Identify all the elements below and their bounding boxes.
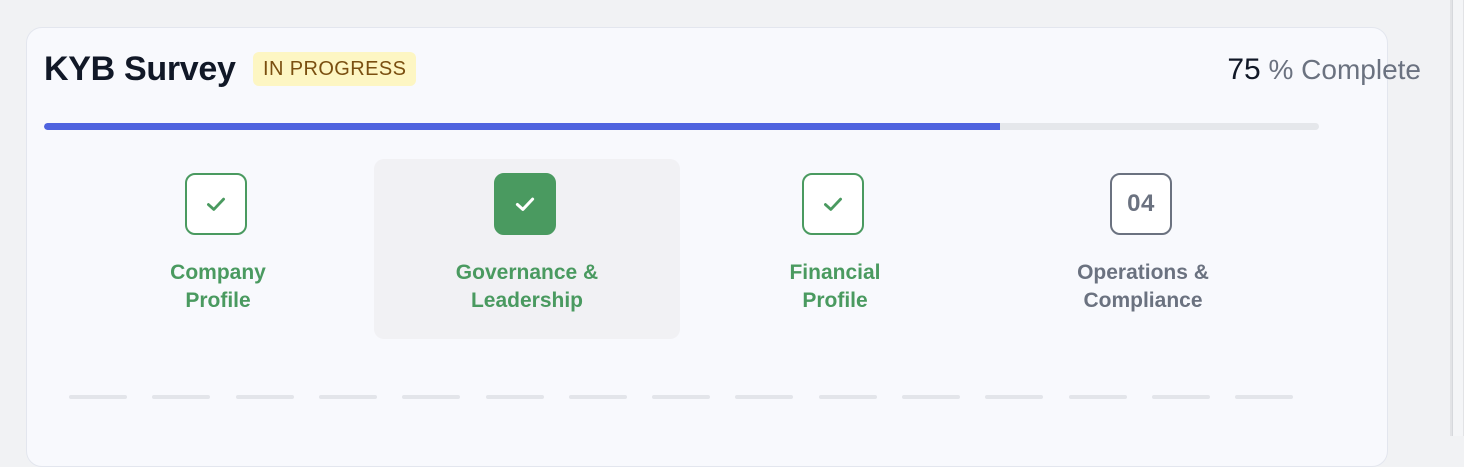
placeholder-dash (985, 395, 1044, 399)
scrollbar-thumb[interactable] (1452, 0, 1463, 436)
survey-steps: Company Profile Governance & Leadership … (65, 159, 1301, 339)
step-status-box (185, 173, 247, 235)
progress-bar (44, 123, 1319, 130)
placeholder-dash (568, 395, 627, 399)
step-label-line2: Compliance (1083, 289, 1203, 312)
progress-percent: 75 (1227, 53, 1261, 86)
step-status-box (802, 173, 864, 235)
step-company-profile[interactable]: Company Profile (65, 159, 371, 339)
check-icon (515, 197, 535, 211)
status-badge: IN PROGRESS (253, 52, 417, 86)
step-number-box: 04 (1110, 173, 1172, 235)
placeholder-dash (902, 395, 960, 399)
placeholder-dash (652, 395, 711, 399)
step-label: Governance & Leadership (374, 259, 680, 315)
progress-bar-fill (44, 123, 1001, 130)
placeholder-dash (402, 395, 461, 399)
survey-title: KYB Survey (44, 50, 236, 88)
progress-suffix: % Complete (1268, 54, 1421, 85)
placeholder-dash (818, 395, 877, 399)
step-label-line1: Operations & (1077, 261, 1209, 284)
step-label-line1: Financial (789, 261, 881, 284)
step-label-line2: Profile (802, 289, 868, 312)
loading-placeholder-row (69, 395, 1309, 399)
placeholder-dash (1235, 395, 1294, 399)
placeholder-dash (1151, 395, 1210, 399)
step-financial-profile[interactable]: Financial Profile (682, 159, 988, 339)
step-status-box (494, 173, 556, 235)
placeholder-dash (1068, 395, 1127, 399)
check-icon (207, 197, 225, 211)
step-governance-leadership[interactable]: Governance & Leadership (374, 159, 680, 339)
step-label: Operations & Compliance (990, 259, 1296, 315)
step-label: Financial Profile (682, 259, 988, 315)
page-scrollbar[interactable] (1450, 0, 1464, 436)
step-operations-compliance[interactable]: 04 Operations & Compliance (990, 159, 1296, 339)
placeholder-dash (69, 395, 127, 399)
step-number: 04 (1127, 190, 1155, 217)
placeholder-dash (485, 395, 544, 399)
step-label-line2: Leadership (470, 289, 584, 312)
placeholder-dash (152, 395, 211, 399)
placeholder-dash (235, 395, 294, 399)
progress-summary: 75 % Complete (1227, 51, 1421, 89)
placeholder-dash (735, 395, 794, 399)
check-icon (824, 197, 842, 211)
placeholder-dash (318, 395, 377, 399)
step-label: Company Profile (65, 259, 371, 315)
step-label-line1: Company (170, 261, 266, 284)
step-label-line2: Profile (185, 289, 251, 312)
step-label-line1: Governance & (455, 261, 599, 284)
